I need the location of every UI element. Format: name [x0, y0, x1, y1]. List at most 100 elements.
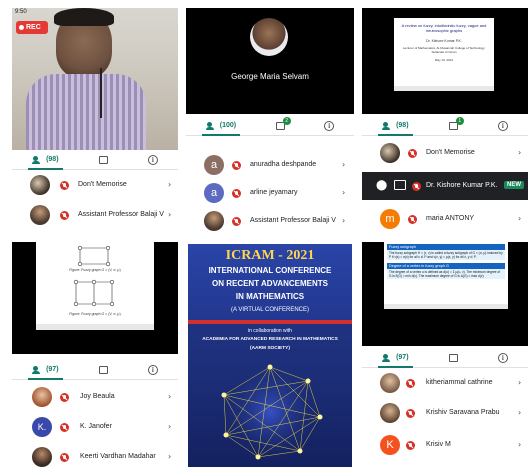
chevron-right-icon[interactable]: ›	[518, 148, 521, 157]
slide-affiliation: Lecturer of Mathematics, Al-Musannah Col…	[402, 46, 486, 54]
chat-icon	[448, 353, 458, 362]
screenshot-collage: 9:50 REC (98) i Don't Memorise › Assista…	[0, 0, 532, 469]
tab-info[interactable]: i	[497, 120, 508, 131]
participant-name: kitheriammal cathrine	[426, 379, 493, 386]
poster-line: (AARM SOCIETY)	[250, 346, 290, 351]
slide-date: May 19, 2021	[434, 58, 454, 62]
muted-mic-icon	[408, 149, 417, 158]
meeting-panel-6: Fuzzy subgraph The fuzzy subgraph H = (τ…	[362, 242, 528, 469]
present-screen-icon	[394, 180, 406, 190]
participant-name: anuradha deshpande	[250, 161, 317, 168]
tab-bar: (98) 1 i	[362, 116, 528, 136]
participant-name: arline jeyamary	[250, 189, 298, 196]
participant-row[interactable]: a anuradha deshpande ›	[186, 152, 354, 178]
participant-name: Dr. Kishore Kumar P.K.	[426, 182, 498, 189]
meeting-panel-3: A review on fuzzy, intuitionistic fuzzy,…	[362, 8, 528, 234]
avatar	[30, 175, 50, 195]
slide-nav-bar	[36, 324, 154, 330]
tab-chat[interactable]: 2	[275, 116, 291, 130]
poster-red-band	[188, 320, 352, 324]
participant-row[interactable]: K. K. Janofer ›	[12, 414, 178, 440]
chevron-right-icon[interactable]: ›	[518, 378, 521, 387]
tab-people[interactable]: (98)	[378, 121, 414, 136]
participant-row-highlighted[interactable]: ⬤ Dr. Kishore Kumar P.K. NEW	[362, 172, 528, 200]
slide-block-text: The degree of a vertex u is defined as d…	[387, 269, 505, 279]
muted-mic-icon	[60, 453, 69, 462]
chat-icon	[98, 155, 108, 164]
chevron-right-icon[interactable]: ›	[168, 452, 171, 461]
poster-line: INTERNATIONAL CONFERENCE	[208, 266, 332, 275]
participant-count: (97)	[396, 354, 409, 361]
info-icon: i	[147, 364, 158, 375]
participant-row[interactable]: Don't Memorise ›	[12, 172, 178, 198]
participant-video: 9:50 REC	[12, 8, 178, 150]
muted-mic-icon	[60, 423, 69, 432]
figure-caption: Figure: Fuzzy graph G = (V, σ, μ)	[69, 268, 121, 272]
participant-name: maria ANTONY	[426, 215, 475, 222]
participant-name: Assistant Professor Balaji V	[250, 217, 336, 224]
slide-nav-bar	[384, 304, 508, 309]
info-icon: i	[497, 352, 508, 363]
participant-count: (97)	[46, 366, 59, 373]
chevron-right-icon[interactable]: ›	[342, 188, 345, 197]
participant-name: Krisiv M	[426, 441, 451, 448]
chevron-right-icon[interactable]: ›	[518, 214, 521, 223]
participant-name: Keerti Vardhan Madahar	[80, 453, 156, 460]
tab-people[interactable]: (97)	[28, 365, 64, 380]
participant-count: (100)	[219, 122, 237, 129]
participant-name: Don't Memorise	[78, 181, 127, 188]
tab-people[interactable]: (98)	[28, 155, 64, 170]
participant-row[interactable]: m maria ANTONY ›	[362, 206, 528, 232]
people-icon	[382, 353, 394, 362]
poster-line: ACADEMIA FOR ADVANCED RESEARCH IN MATHEM…	[202, 337, 338, 342]
tab-chat[interactable]	[98, 365, 108, 374]
tab-people[interactable]: (100)	[201, 121, 241, 136]
people-icon	[32, 365, 44, 374]
tab-info[interactable]: i	[147, 154, 158, 165]
tab-people[interactable]: (97)	[378, 353, 414, 368]
muted-mic-icon	[406, 441, 415, 450]
chevron-right-icon[interactable]: ›	[342, 216, 345, 225]
tab-chat[interactable]	[98, 155, 108, 164]
participant-row[interactable]: Assistant Professor Balaji V ›	[12, 202, 178, 228]
chevron-right-icon[interactable]: ›	[168, 210, 171, 219]
tab-chat[interactable]	[448, 353, 458, 362]
slide-author: Dr. Kishore Kumar P.K.	[426, 39, 462, 43]
info-icon: i	[497, 120, 508, 131]
participant-row[interactable]: a arline jeyamary ›	[186, 180, 354, 206]
participant-row[interactable]: Don't Memorise ›	[362, 140, 528, 166]
participant-row[interactable]: K Krisiv M ›	[362, 432, 528, 458]
rec-badge: REC	[16, 21, 48, 34]
participant-row[interactable]: Keerti Vardhan Madahar ›	[12, 444, 178, 469]
figure-caption: Figure: Fuzzy graph G = (V, σ, μ)	[69, 312, 121, 316]
tab-info[interactable]: i	[497, 352, 508, 363]
avatar	[380, 373, 400, 393]
muted-mic-icon	[232, 217, 241, 226]
participant-count: (98)	[46, 156, 59, 163]
conference-poster: ICRAM - 2021 INTERNATIONAL CONFERENCE ON…	[186, 242, 354, 469]
poster-line: IN MATHEMATICS	[235, 292, 305, 301]
chat-unread-badge: 1	[455, 116, 464, 125]
participant-row[interactable]: Krishiv Saravana Prabu ›	[362, 400, 528, 426]
tab-info[interactable]: i	[324, 120, 335, 131]
chevron-right-icon[interactable]: ›	[168, 422, 171, 431]
participant-row[interactable]: Joy Beaula ›	[12, 384, 178, 410]
people-icon	[205, 121, 218, 130]
tab-chat[interactable]: 1	[448, 116, 464, 130]
muted-mic-icon	[408, 215, 417, 224]
avatar: m	[380, 209, 400, 229]
chevron-right-icon[interactable]: ›	[342, 160, 345, 169]
chevron-right-icon[interactable]: ›	[518, 440, 521, 449]
avatar	[32, 447, 52, 467]
tab-info[interactable]: i	[147, 364, 158, 375]
participant-row[interactable]: Assistant Professor Balaji V ›	[186, 208, 354, 234]
chevron-right-icon[interactable]: ›	[168, 180, 171, 189]
screen-share-tile: A review on fuzzy, intuitionistic fuzzy,…	[362, 8, 528, 114]
avatar	[32, 387, 52, 407]
chevron-right-icon[interactable]: ›	[518, 408, 521, 417]
chevron-right-icon[interactable]: ›	[168, 392, 171, 401]
pin-icon[interactable]: ⬤	[376, 180, 387, 191]
avatar	[380, 403, 400, 423]
participant-row[interactable]: kitheriammal cathrine ›	[362, 370, 528, 396]
participant-name: K. Janofer	[80, 423, 112, 430]
